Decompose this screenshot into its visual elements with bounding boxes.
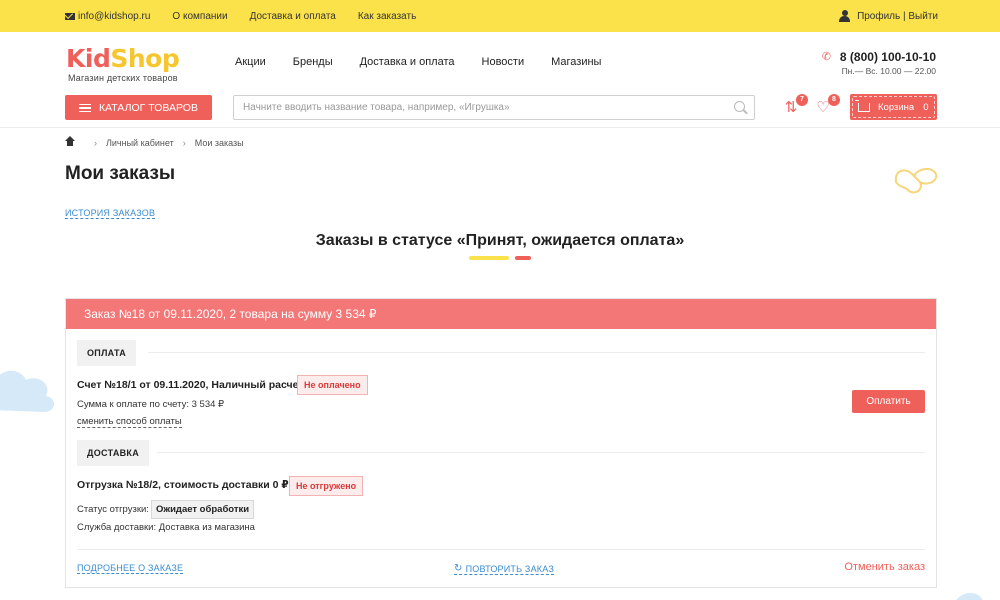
logo-subtitle: Магазин детских товаров: [68, 73, 178, 83]
orders-status-heading: Заказы в статусе «Принят, ожидается опла…: [315, 232, 685, 249]
phone-number[interactable]: ✆ 8 (800) 100-10-10: [822, 50, 936, 64]
delivery-service: Служба доставки: Доставка из магазина: [77, 522, 255, 533]
nav-item-brands[interactable]: Бренды: [293, 56, 333, 68]
profile-logout-link[interactable]: Профиль | Выйти: [857, 11, 938, 22]
search-icon[interactable]: [734, 101, 745, 112]
footer-divider: [77, 549, 925, 550]
cloud-decoration: [956, 593, 983, 600]
logo-kid: Kid: [66, 44, 111, 73]
logo-shop: Shop: [110, 44, 180, 73]
home-icon[interactable]: [65, 136, 75, 147]
phone-icon: ✆: [821, 50, 832, 63]
working-hours: Пн.— Вс. 10.00 — 22.00: [841, 66, 936, 76]
payment-amount: Сумма к оплате по счету: 3 534 ₽: [77, 399, 225, 410]
cloud-decoration: [0, 370, 54, 412]
cart-icon: [855, 99, 870, 112]
order-header[interactable]: Заказ №18 от 09.11.2020, 2 товара на сум…: [66, 299, 936, 329]
change-payment-method-link[interactable]: сменить способ оплаты: [77, 416, 182, 428]
breadcrumb: › Личный кабинет › Мои заказы: [65, 136, 244, 148]
phone-text: 8 (800) 100-10-10: [839, 50, 936, 64]
profile-area: Профиль | Выйти: [839, 0, 938, 32]
nav-item-stores[interactable]: Магазины: [551, 56, 601, 68]
main-nav: Акции Бренды Доставка и оплата Новости М…: [235, 56, 628, 68]
shipment-status-row: Статус отгрузки: Ожидает обработки: [77, 500, 255, 519]
compare-button[interactable]: ⇅ 7: [781, 94, 808, 118]
repeat-order-link[interactable]: ↻ ПОВТОРИТЬ ЗАКАЗ: [454, 563, 554, 575]
nav-item-news[interactable]: Новости: [482, 56, 525, 68]
nav-item-delivery[interactable]: Доставка и оплата: [360, 56, 455, 68]
logo[interactable]: KidShop: [66, 44, 180, 73]
favorites-count-badge: 8: [828, 94, 840, 106]
payment-status-badge: Не оплачено: [297, 375, 368, 395]
page-title: Мои заказы: [65, 163, 176, 184]
heading-underline-yellow: [469, 256, 509, 260]
pay-button[interactable]: Оплатить: [852, 390, 925, 413]
search-input[interactable]: [234, 96, 714, 119]
top-link-how-to-order[interactable]: Как заказать: [358, 11, 416, 22]
order-details-link[interactable]: ПОДРОБНЕЕ О ЗАКАЗЕ: [77, 563, 184, 574]
shipment-title: Отгрузка №18/2, стоимость доставки 0 ₽: [77, 479, 289, 491]
heading-underline-red: [515, 256, 531, 260]
nav-item-promotions[interactable]: Акции: [235, 56, 266, 68]
refresh-icon: ↻: [454, 563, 463, 574]
cart-button[interactable]: Корзина 0: [850, 94, 937, 120]
search-bar: [233, 95, 755, 120]
order-history-link[interactable]: ИСТОРИЯ ЗАКАЗОВ: [65, 208, 156, 219]
repeat-order-label: ПОВТОРИТЬ ЗАКАЗ: [465, 563, 554, 574]
menu-icon: [79, 103, 91, 112]
top-bar: info@kidshop.ru О компании Доставка и оп…: [0, 0, 1000, 32]
top-link-about[interactable]: О компании: [172, 11, 227, 22]
top-links: info@kidshop.ru О компании Доставка и оп…: [65, 0, 438, 32]
favorites-button[interactable]: ♡ 8: [813, 94, 840, 118]
butterfly-icon: [894, 168, 938, 194]
catalog-button[interactable]: КАТАЛОГ ТОВАРОВ: [65, 95, 212, 120]
breadcrumb-separator: ›: [94, 138, 97, 148]
shipment-status-badge: Не отгружено: [289, 476, 364, 496]
section-divider: [148, 352, 925, 353]
order-card: Заказ №18 от 09.11.2020, 2 товара на сум…: [65, 298, 937, 588]
breadcrumb-current: Мои заказы: [194, 138, 244, 148]
delivery-section-label: ДОСТАВКА: [77, 440, 150, 466]
breadcrumb-account[interactable]: Личный кабинет: [106, 138, 174, 148]
cart-label: Корзина: [878, 101, 915, 113]
catalog-button-label: КАТАЛОГ ТОВАРОВ: [99, 101, 198, 114]
breadcrumb-separator: ›: [182, 138, 186, 148]
mail-icon: [65, 12, 75, 20]
top-link-delivery[interactable]: Доставка и оплата: [250, 11, 336, 22]
header-divider: [0, 127, 1000, 128]
shipment-status-label: Статус отгрузки:: [77, 504, 149, 515]
user-icon: [839, 10, 851, 22]
payment-section-label: ОПЛАТА: [77, 340, 137, 366]
invoice-title: Счет №18/1 от 09.11.2020, Наличный расче…: [77, 379, 304, 391]
shipment-status-value: Ожидает обработки: [150, 500, 255, 519]
compare-count-badge: 7: [796, 94, 808, 106]
email-link[interactable]: info@kidshop.ru: [78, 11, 150, 22]
section-divider: [157, 452, 925, 453]
cart-count: 0: [923, 101, 929, 113]
cancel-order-link[interactable]: Отменить заказ: [844, 561, 925, 573]
